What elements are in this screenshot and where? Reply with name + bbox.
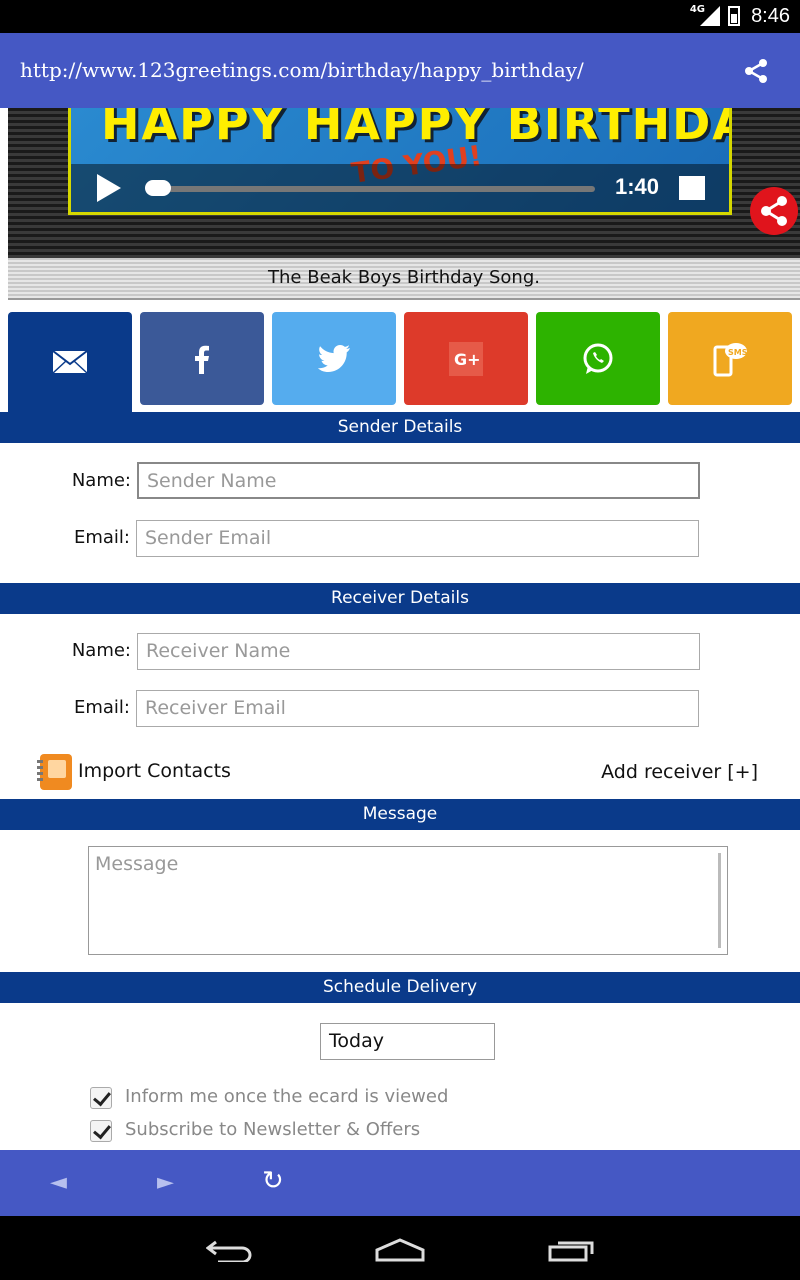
delivery-date-select[interactable]: Today	[320, 1023, 495, 1060]
receiver-email-label: Email:	[73, 697, 130, 718]
sender-email-input[interactable]: Sender Email	[136, 520, 699, 557]
back-arrow-icon[interactable]: ◄	[50, 1170, 67, 1195]
receiver-email-input[interactable]: Receiver Email	[136, 690, 699, 727]
add-receiver-link[interactable]: Add receiver [+]	[601, 761, 758, 783]
textarea-scrollbar[interactable]	[718, 853, 721, 948]
message-placeholder: Message	[95, 853, 179, 875]
video-caption: The Beak Boys Birthday Song.	[8, 258, 800, 300]
system-navigation-bar	[0, 1216, 800, 1280]
browser-bottom-bar: ◄ ► ↻	[0, 1150, 800, 1216]
video-controls: 1:40	[71, 164, 729, 212]
home-icon[interactable]	[374, 1238, 426, 1262]
sender-name-input[interactable]: Sender Name	[137, 462, 700, 499]
clock: 8:46	[751, 5, 790, 27]
video-title-art: HAPPY HAPPY BIRTHDAY	[101, 108, 732, 150]
subscribe-label: Subscribe to Newsletter & Offers	[125, 1119, 421, 1140]
fullscreen-icon[interactable]	[679, 176, 705, 200]
whatsapp-icon	[583, 343, 613, 374]
status-bar: 4G 8:46	[0, 0, 800, 33]
twitter-icon	[317, 344, 350, 372]
video-frame: HAPPY HAPPY BIRTHDAY TO YOU! 1:40	[68, 108, 732, 215]
share-buttons-row: G+ SMS	[8, 312, 800, 412]
share-icon[interactable]	[742, 57, 770, 85]
receiver-details-header: Receiver Details	[0, 583, 800, 614]
email-share-button[interactable]	[8, 312, 132, 412]
floating-share-button[interactable]	[750, 187, 798, 235]
message-header: Message	[0, 799, 800, 830]
receiver-name-input[interactable]: Receiver Name	[137, 633, 700, 670]
address-book-icon	[37, 754, 72, 790]
play-icon[interactable]	[97, 174, 121, 202]
sender-details-header: Sender Details	[0, 412, 800, 443]
recent-apps-icon[interactable]	[548, 1238, 596, 1262]
video-player[interactable]: HAPPY HAPPY BIRTHDAY TO YOU! 1:40	[8, 108, 800, 258]
seek-handle[interactable]	[145, 180, 171, 196]
sms-icon: SMS	[713, 342, 748, 376]
inform-checkbox[interactable]	[90, 1087, 112, 1109]
subscribe-checkbox[interactable]	[90, 1120, 112, 1142]
facebook-icon	[195, 345, 209, 374]
twitter-share-button[interactable]	[272, 312, 396, 405]
forward-arrow-icon[interactable]: ►	[157, 1170, 174, 1195]
schedule-delivery-header: Schedule Delivery	[0, 972, 800, 1003]
battery-icon	[728, 6, 740, 26]
share-icon	[761, 196, 787, 226]
whatsapp-share-button[interactable]	[536, 312, 660, 405]
sender-name-label: Name:	[71, 470, 131, 491]
inform-label: Inform me once the ecard is viewed	[125, 1086, 449, 1107]
svg-text:SMS: SMS	[728, 348, 748, 357]
browser-toolbar: http://www.123greetings.com/birthday/hap…	[0, 33, 800, 108]
seek-bar[interactable]	[149, 186, 595, 192]
signal-icon	[700, 6, 720, 26]
import-contacts-label: Import Contacts	[78, 760, 231, 782]
google-plus-icon: G+	[449, 341, 483, 376]
receiver-name-label: Name:	[71, 640, 131, 661]
sms-share-button[interactable]: SMS	[668, 312, 792, 405]
google-plus-share-button[interactable]: G+	[404, 312, 528, 405]
back-icon[interactable]	[206, 1238, 254, 1262]
sender-email-label: Email:	[73, 527, 130, 548]
video-duration: 1:40	[615, 174, 660, 199]
svg-text:G+: G+	[454, 350, 481, 369]
facebook-share-button[interactable]	[140, 312, 264, 405]
message-textarea[interactable]: Message	[88, 846, 728, 955]
envelope-icon	[52, 350, 88, 374]
url-text[interactable]: http://www.123greetings.com/birthday/hap…	[20, 58, 584, 82]
reload-icon[interactable]: ↻	[262, 1166, 284, 1196]
